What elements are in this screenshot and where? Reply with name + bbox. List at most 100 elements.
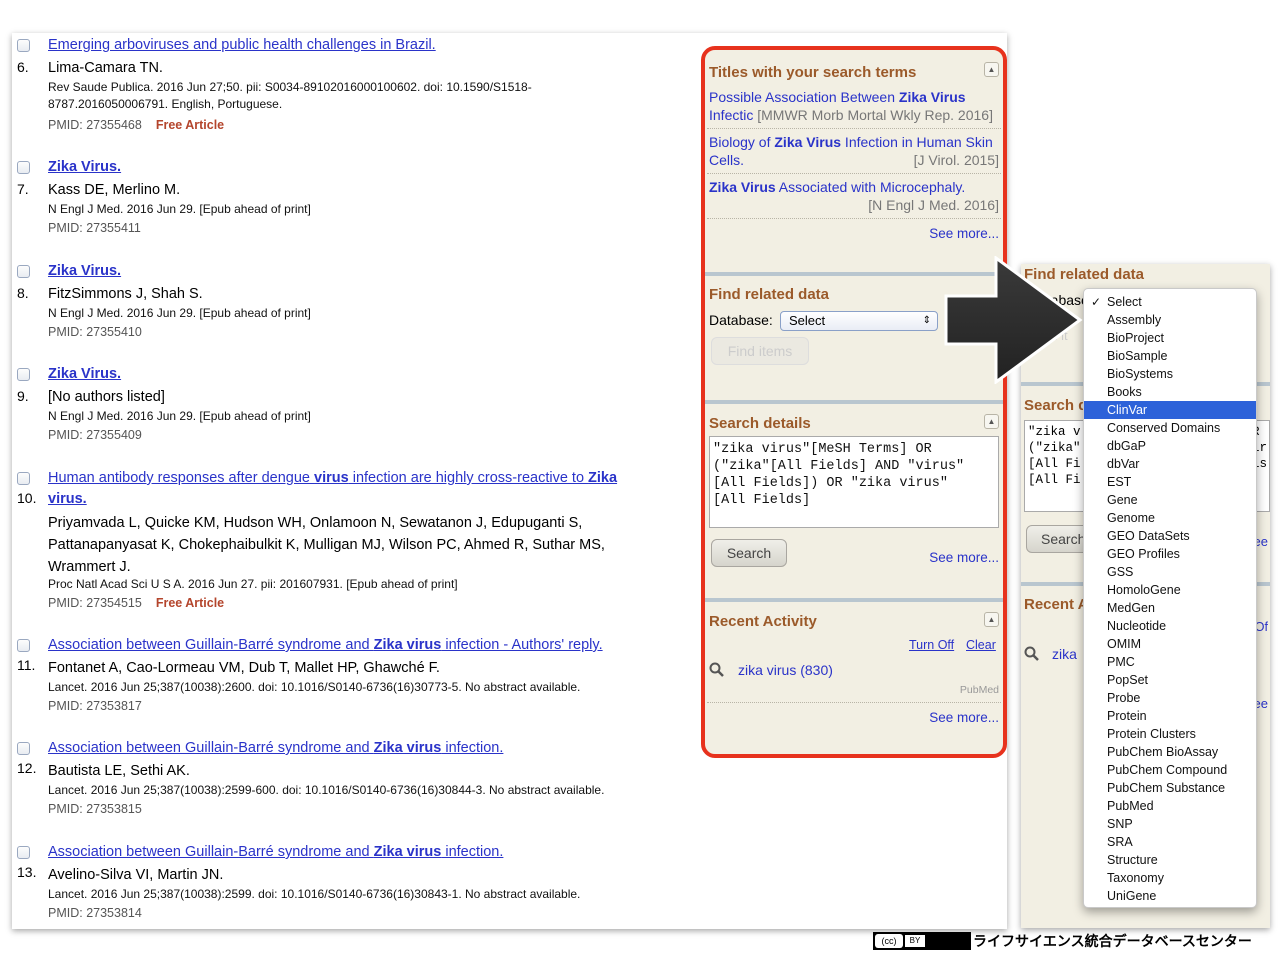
result-citation: N Engl J Med. 2016 Jun 29. [Epub ahead o… xyxy=(48,409,311,423)
result-title-link[interactable]: Association between Guillain-Barré syndr… xyxy=(48,738,688,759)
dropdown-option-pubmed[interactable]: PubMed xyxy=(1084,797,1256,815)
free-article-badge[interactable]: Free Article xyxy=(156,118,224,132)
result-pmid: PMID: 27353815 xyxy=(48,802,142,816)
search-details-heading: Search d xyxy=(1024,397,1088,414)
recent-db-label: PubMed xyxy=(959,684,999,696)
result-checkbox[interactable] xyxy=(17,161,30,174)
result-title-link[interactable]: Association between Guillain-Barré syndr… xyxy=(48,635,688,656)
dropdown-option-assembly[interactable]: Assembly xyxy=(1084,311,1256,329)
dropdown-option-dbvar[interactable]: dbVar xyxy=(1084,455,1256,473)
result-pmid: PMID: 27353817 xyxy=(48,699,142,713)
result-number: 11. xyxy=(17,657,36,673)
portlet-divider xyxy=(705,598,1003,602)
result-citation: N Engl J Med. 2016 Jun 29. [Epub ahead o… xyxy=(48,306,311,320)
database-dropdown-menu[interactable]: ✓ Select Assembly BioProject BioSample BioSys… xyxy=(1083,288,1257,908)
result-pmid: PMID: 27355411 xyxy=(48,221,141,235)
search-details-heading: Search details xyxy=(709,415,811,432)
dropdown-option-gss[interactable]: GSS xyxy=(1084,563,1256,581)
result-number: 8. xyxy=(17,285,29,301)
dropdown-option-bioproject[interactable]: BioProject xyxy=(1084,329,1256,347)
related-data-heading: Find related data xyxy=(709,286,830,303)
divider xyxy=(707,128,1001,129)
search-icon xyxy=(709,662,725,681)
recent-search-link[interactable]: zika xyxy=(1052,646,1077,662)
dropdown-option-biosample[interactable]: BioSample xyxy=(1084,347,1256,365)
dropdown-option-dbgap[interactable]: dbGaP xyxy=(1084,437,1256,455)
database-label: Database: xyxy=(709,312,773,328)
dropdown-option-popset[interactable]: PopSet xyxy=(1084,671,1256,689)
dropdown-option-est[interactable]: EST xyxy=(1084,473,1256,491)
result-title-link[interactable]: Human antibody responses after dengue vi… xyxy=(48,468,688,510)
result-citation: Lancet. 2016 Jun 25;387(10038):2599. doi… xyxy=(48,887,581,901)
dropdown-option-snp[interactable]: SNP xyxy=(1084,815,1256,833)
see-more-link[interactable]: See more... xyxy=(929,226,999,241)
result-authors: Lima-Camara TN. xyxy=(48,60,163,76)
recent-search-link[interactable]: zika virus (830) xyxy=(738,662,833,678)
dropdown-option-select[interactable]: ✓ Select xyxy=(1084,293,1256,311)
result-pmid: PMID: 27353814 xyxy=(48,906,142,920)
search-button[interactable]: Search xyxy=(711,539,787,567)
dropdown-option-homologene[interactable]: HomoloGene xyxy=(1084,581,1256,599)
database-select[interactable]: Select ⇕ xyxy=(780,311,938,331)
dropdown-option-protein-clusters[interactable]: Protein Clusters xyxy=(1084,725,1256,743)
dropdown-option-books[interactable]: Books xyxy=(1084,383,1256,401)
dropdown-option-pubchem-substance[interactable]: PubChem Substance xyxy=(1084,779,1256,797)
recent-activity-heading: Recent Activity xyxy=(709,613,817,630)
dropdown-option-geo-profiles[interactable]: GEO Profiles xyxy=(1084,545,1256,563)
collapse-triangle-icon[interactable]: ▲ xyxy=(984,414,999,429)
result-checkbox[interactable] xyxy=(17,368,30,381)
cc-by-license-icon: (cc) BY xyxy=(873,932,971,950)
result-title-link[interactable]: Zika Virus. xyxy=(48,364,121,385)
dropdown-option-gene[interactable]: Gene xyxy=(1084,491,1256,509)
clear-link[interactable]: Clear xyxy=(966,638,996,652)
collapse-triangle-icon[interactable]: ▲ xyxy=(984,62,999,77)
dropdown-option-biosystems[interactable]: BioSystems xyxy=(1084,365,1256,383)
result-checkbox[interactable] xyxy=(17,39,30,52)
dropdown-option-clinvar[interactable]: ClinVar xyxy=(1084,401,1256,419)
dropdown-option-geo-datasets[interactable]: GEO DataSets xyxy=(1084,527,1256,545)
result-title-link[interactable]: Emerging arboviruses and public health c… xyxy=(48,35,436,56)
result-authors: Avelino-Silva VI, Martin JN. xyxy=(48,867,224,883)
related-title-link[interactable]: Zika Virus Associated with Microcephaly.… xyxy=(709,178,999,213)
result-title-link[interactable]: Zika Virus. xyxy=(48,157,121,178)
related-title-link[interactable]: Possible Association Between Zika Virus I… xyxy=(709,88,999,124)
turn-off-link[interactable]: Turn Off xyxy=(909,638,954,652)
dropdown-option-structure[interactable]: Structure xyxy=(1084,851,1256,869)
result-number: 6. xyxy=(17,59,29,75)
result-authors: FitzSimmons J, Shah S. xyxy=(48,286,203,302)
see-more-link[interactable]: See more... xyxy=(929,550,999,565)
result-title-link[interactable]: Zika Virus. xyxy=(48,261,121,282)
dropdown-option-medgen[interactable]: MedGen xyxy=(1084,599,1256,617)
footer-organization-text: ライフサイエンス統合データベースセンター xyxy=(973,933,1252,949)
dropdown-option-omim[interactable]: OMIM xyxy=(1084,635,1256,653)
dropdown-option-unigene[interactable]: UniGene xyxy=(1084,887,1256,905)
search-details-textarea[interactable]: "zika virus"[MeSH Terms] OR ("zika"[All … xyxy=(709,436,999,528)
result-checkbox[interactable] xyxy=(17,265,30,278)
related-title-link[interactable]: Biology of Zika Virus Infection in Human… xyxy=(709,133,999,169)
dropdown-option-genome[interactable]: Genome xyxy=(1084,509,1256,527)
dropdown-option-conserved-domains[interactable]: Conserved Domains xyxy=(1084,419,1256,437)
free-article-badge[interactable]: Free Article xyxy=(156,596,224,610)
dropdown-option-pmc[interactable]: PMC xyxy=(1084,653,1256,671)
result-checkbox[interactable] xyxy=(17,472,30,485)
result-title-link[interactable]: Association between Guillain-Barré syndr… xyxy=(48,842,688,863)
dropdown-option-taxonomy[interactable]: Taxonomy xyxy=(1084,869,1256,887)
portlet-divider xyxy=(705,400,1003,404)
see-more-link[interactable]: See more... xyxy=(929,710,999,725)
result-authors: Kass DE, Merlino M. xyxy=(48,182,181,198)
result-checkbox[interactable] xyxy=(17,742,30,755)
dropdown-option-pubchem-compound[interactable]: PubChem Compound xyxy=(1084,761,1256,779)
dropdown-option-probe[interactable]: Probe xyxy=(1084,689,1256,707)
dropdown-option-nucleotide[interactable]: Nucleotide xyxy=(1084,617,1256,635)
result-citation: Lancet. 2016 Jun 25;387(10038):2599-600.… xyxy=(48,783,605,797)
result-authors: Bautista LE, Sethi AK. xyxy=(48,763,190,779)
result-checkbox[interactable] xyxy=(17,639,30,652)
collapse-triangle-icon[interactable]: ▲ xyxy=(984,612,999,627)
result-checkbox[interactable] xyxy=(17,846,30,859)
find-items-button[interactable]: Find items xyxy=(711,337,809,365)
dropdown-option-protein[interactable]: Protein xyxy=(1084,707,1256,725)
result-pmid: PMID: 27354515 Free Article xyxy=(48,596,225,610)
result-number: 13. xyxy=(17,864,37,880)
dropdown-option-sra[interactable]: SRA xyxy=(1084,833,1256,851)
dropdown-option-pubchem-bioassay[interactable]: PubChem BioAssay xyxy=(1084,743,1256,761)
